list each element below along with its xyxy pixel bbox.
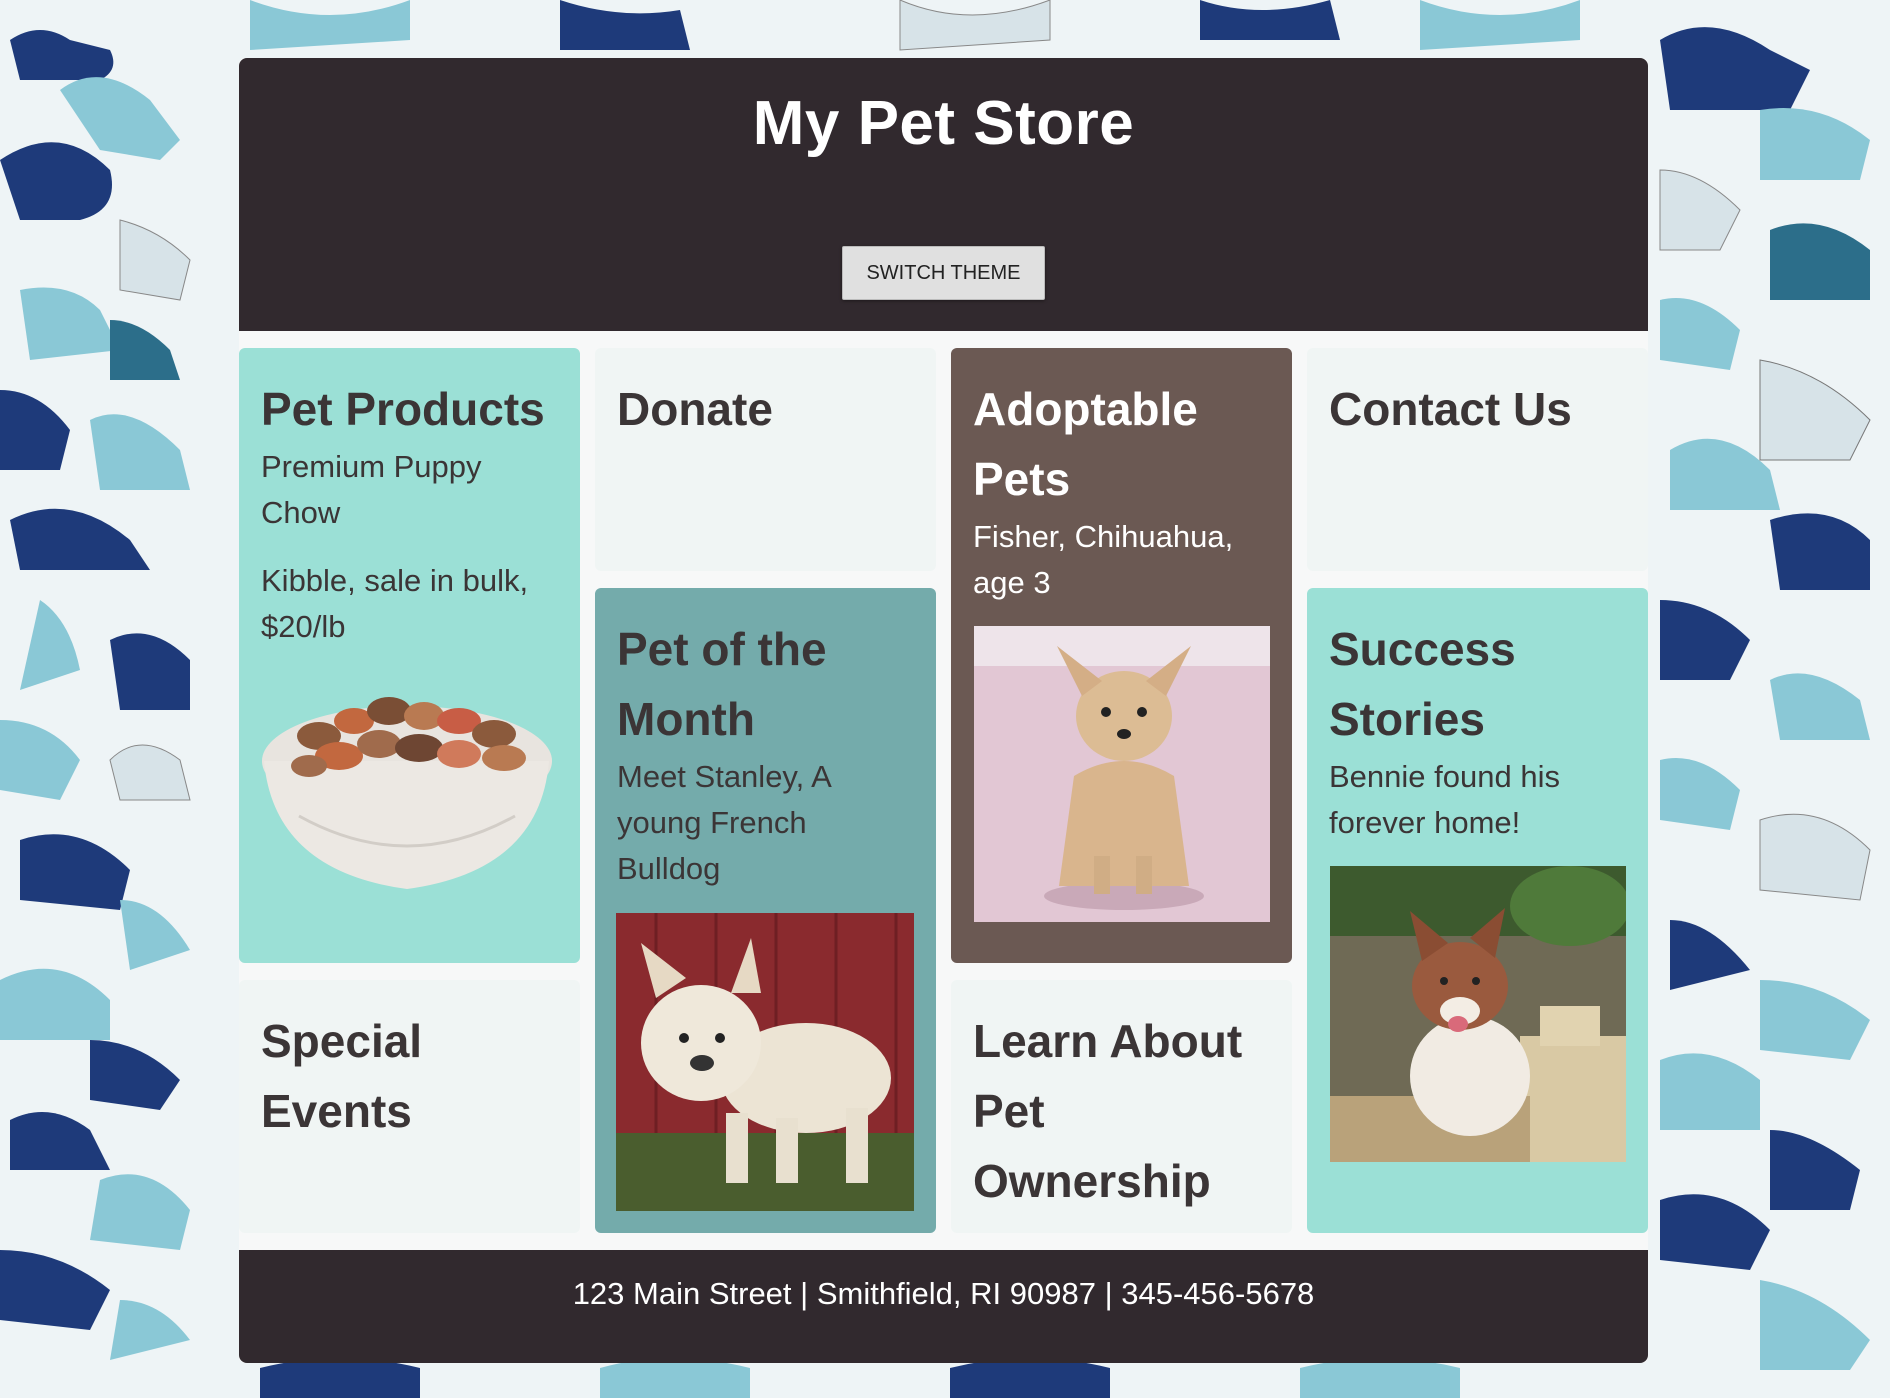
site-footer: 123 Main Street | Smithfield, RI 90987 |…	[239, 1250, 1648, 1363]
card-title: Contact Us	[1329, 383, 1572, 435]
card-learn-pet-ownership[interactable]: Learn About Pet Ownership	[951, 980, 1292, 1233]
pet-of-month-description: Meet Stanley, A young French Bulldog	[617, 759, 831, 886]
card-title: Pet Products	[261, 383, 545, 435]
card-title: Learn About Pet Ownership	[973, 1015, 1243, 1207]
card-title: Success Stories	[1329, 623, 1516, 745]
card-title: Pet of the Month	[617, 623, 827, 745]
success-story: Bennie found his forever home!	[1329, 759, 1560, 840]
kibble-bowl-image	[262, 697, 552, 889]
product-description: Kibble, sale in bulk, $20/lb	[261, 563, 529, 644]
card-donate[interactable]: Donate	[595, 348, 936, 571]
chihuahua-photo	[974, 626, 1270, 922]
site-header: My Pet Store SWITCH THEME	[239, 58, 1648, 331]
card-special-events[interactable]: Special Events	[239, 980, 580, 1233]
pet-description: Fisher, Chihuahua, age 3	[973, 519, 1234, 600]
card-adoptable-pets[interactable]: Adoptable Pets Fisher, Chihuahua, age 3	[951, 348, 1292, 963]
page-container: My Pet Store SWITCH THEME Pet Products P…	[239, 58, 1648, 1363]
card-contact[interactable]: Contact Us	[1307, 348, 1648, 571]
card-pet-of-month[interactable]: Pet of the Month Meet Stanley, A young F…	[595, 588, 936, 1233]
card-success-stories[interactable]: Success Stories Bennie found his forever…	[1307, 588, 1648, 1233]
success-dog-photo	[1330, 866, 1626, 1162]
card-title: Donate	[617, 383, 773, 435]
card-title: Adoptable Pets	[973, 383, 1198, 505]
card-title: Special Events	[261, 1015, 423, 1137]
switch-theme-button[interactable]: SWITCH THEME	[842, 246, 1045, 300]
product-name: Premium Puppy Chow	[261, 449, 482, 530]
site-title: My Pet Store	[752, 89, 1135, 158]
footer-address: 123 Main Street | Smithfield, RI 90987 |…	[572, 1276, 1315, 1311]
card-pet-products[interactable]: Pet Products Premium Puppy Chow Kibble, …	[239, 348, 580, 963]
french-bulldog-photo	[616, 913, 914, 1211]
